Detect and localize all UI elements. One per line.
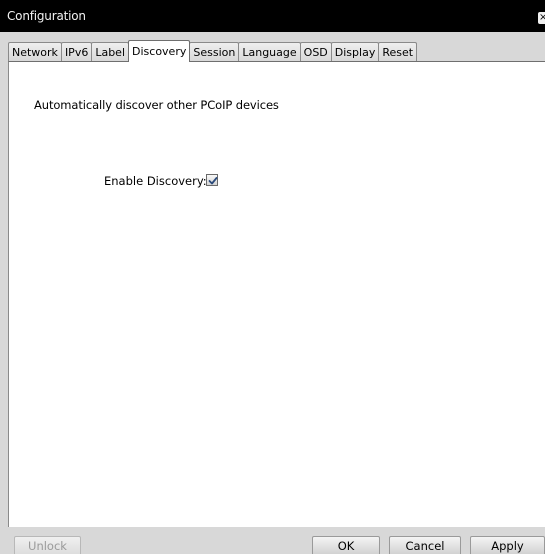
unlock-button[interactable]: Unlock xyxy=(14,536,81,554)
tab-osd[interactable]: OSD xyxy=(299,42,332,62)
tab-label[interactable]: Label xyxy=(91,42,130,62)
tab-discovery[interactable]: Discovery xyxy=(128,40,191,62)
tab-display[interactable]: Display xyxy=(330,42,380,62)
close-icon[interactable]: × xyxy=(538,12,545,24)
cancel-button[interactable]: Cancel xyxy=(389,536,461,554)
tab-session[interactable]: Session xyxy=(189,42,240,62)
title-bar[interactable]: Configuration × xyxy=(0,0,545,32)
apply-button[interactable]: Apply xyxy=(470,536,545,554)
tab-reset[interactable]: Reset xyxy=(378,42,418,62)
enable-discovery-checkbox[interactable] xyxy=(206,174,218,186)
checkmark-icon xyxy=(208,177,218,185)
enable-discovery-label: Enable Discovery: xyxy=(104,174,207,188)
discovery-description: Automatically discover other PCoIP devic… xyxy=(34,98,279,112)
tab-ipv6[interactable]: IPv6 xyxy=(60,42,93,62)
tab-bar: Network IPv6 Label Discovery Session Lan… xyxy=(8,40,545,62)
configuration-window: Configuration × Network IPv6 Label Disco… xyxy=(0,0,545,554)
discovery-panel: Automatically discover other PCoIP devic… xyxy=(8,61,545,527)
window-title: Configuration xyxy=(7,9,86,23)
tab-language[interactable]: Language xyxy=(238,42,301,62)
ok-button[interactable]: OK xyxy=(312,536,380,554)
dialog-footer: Unlock OK Cancel Apply xyxy=(0,527,545,554)
tab-network[interactable]: Network xyxy=(8,42,62,62)
